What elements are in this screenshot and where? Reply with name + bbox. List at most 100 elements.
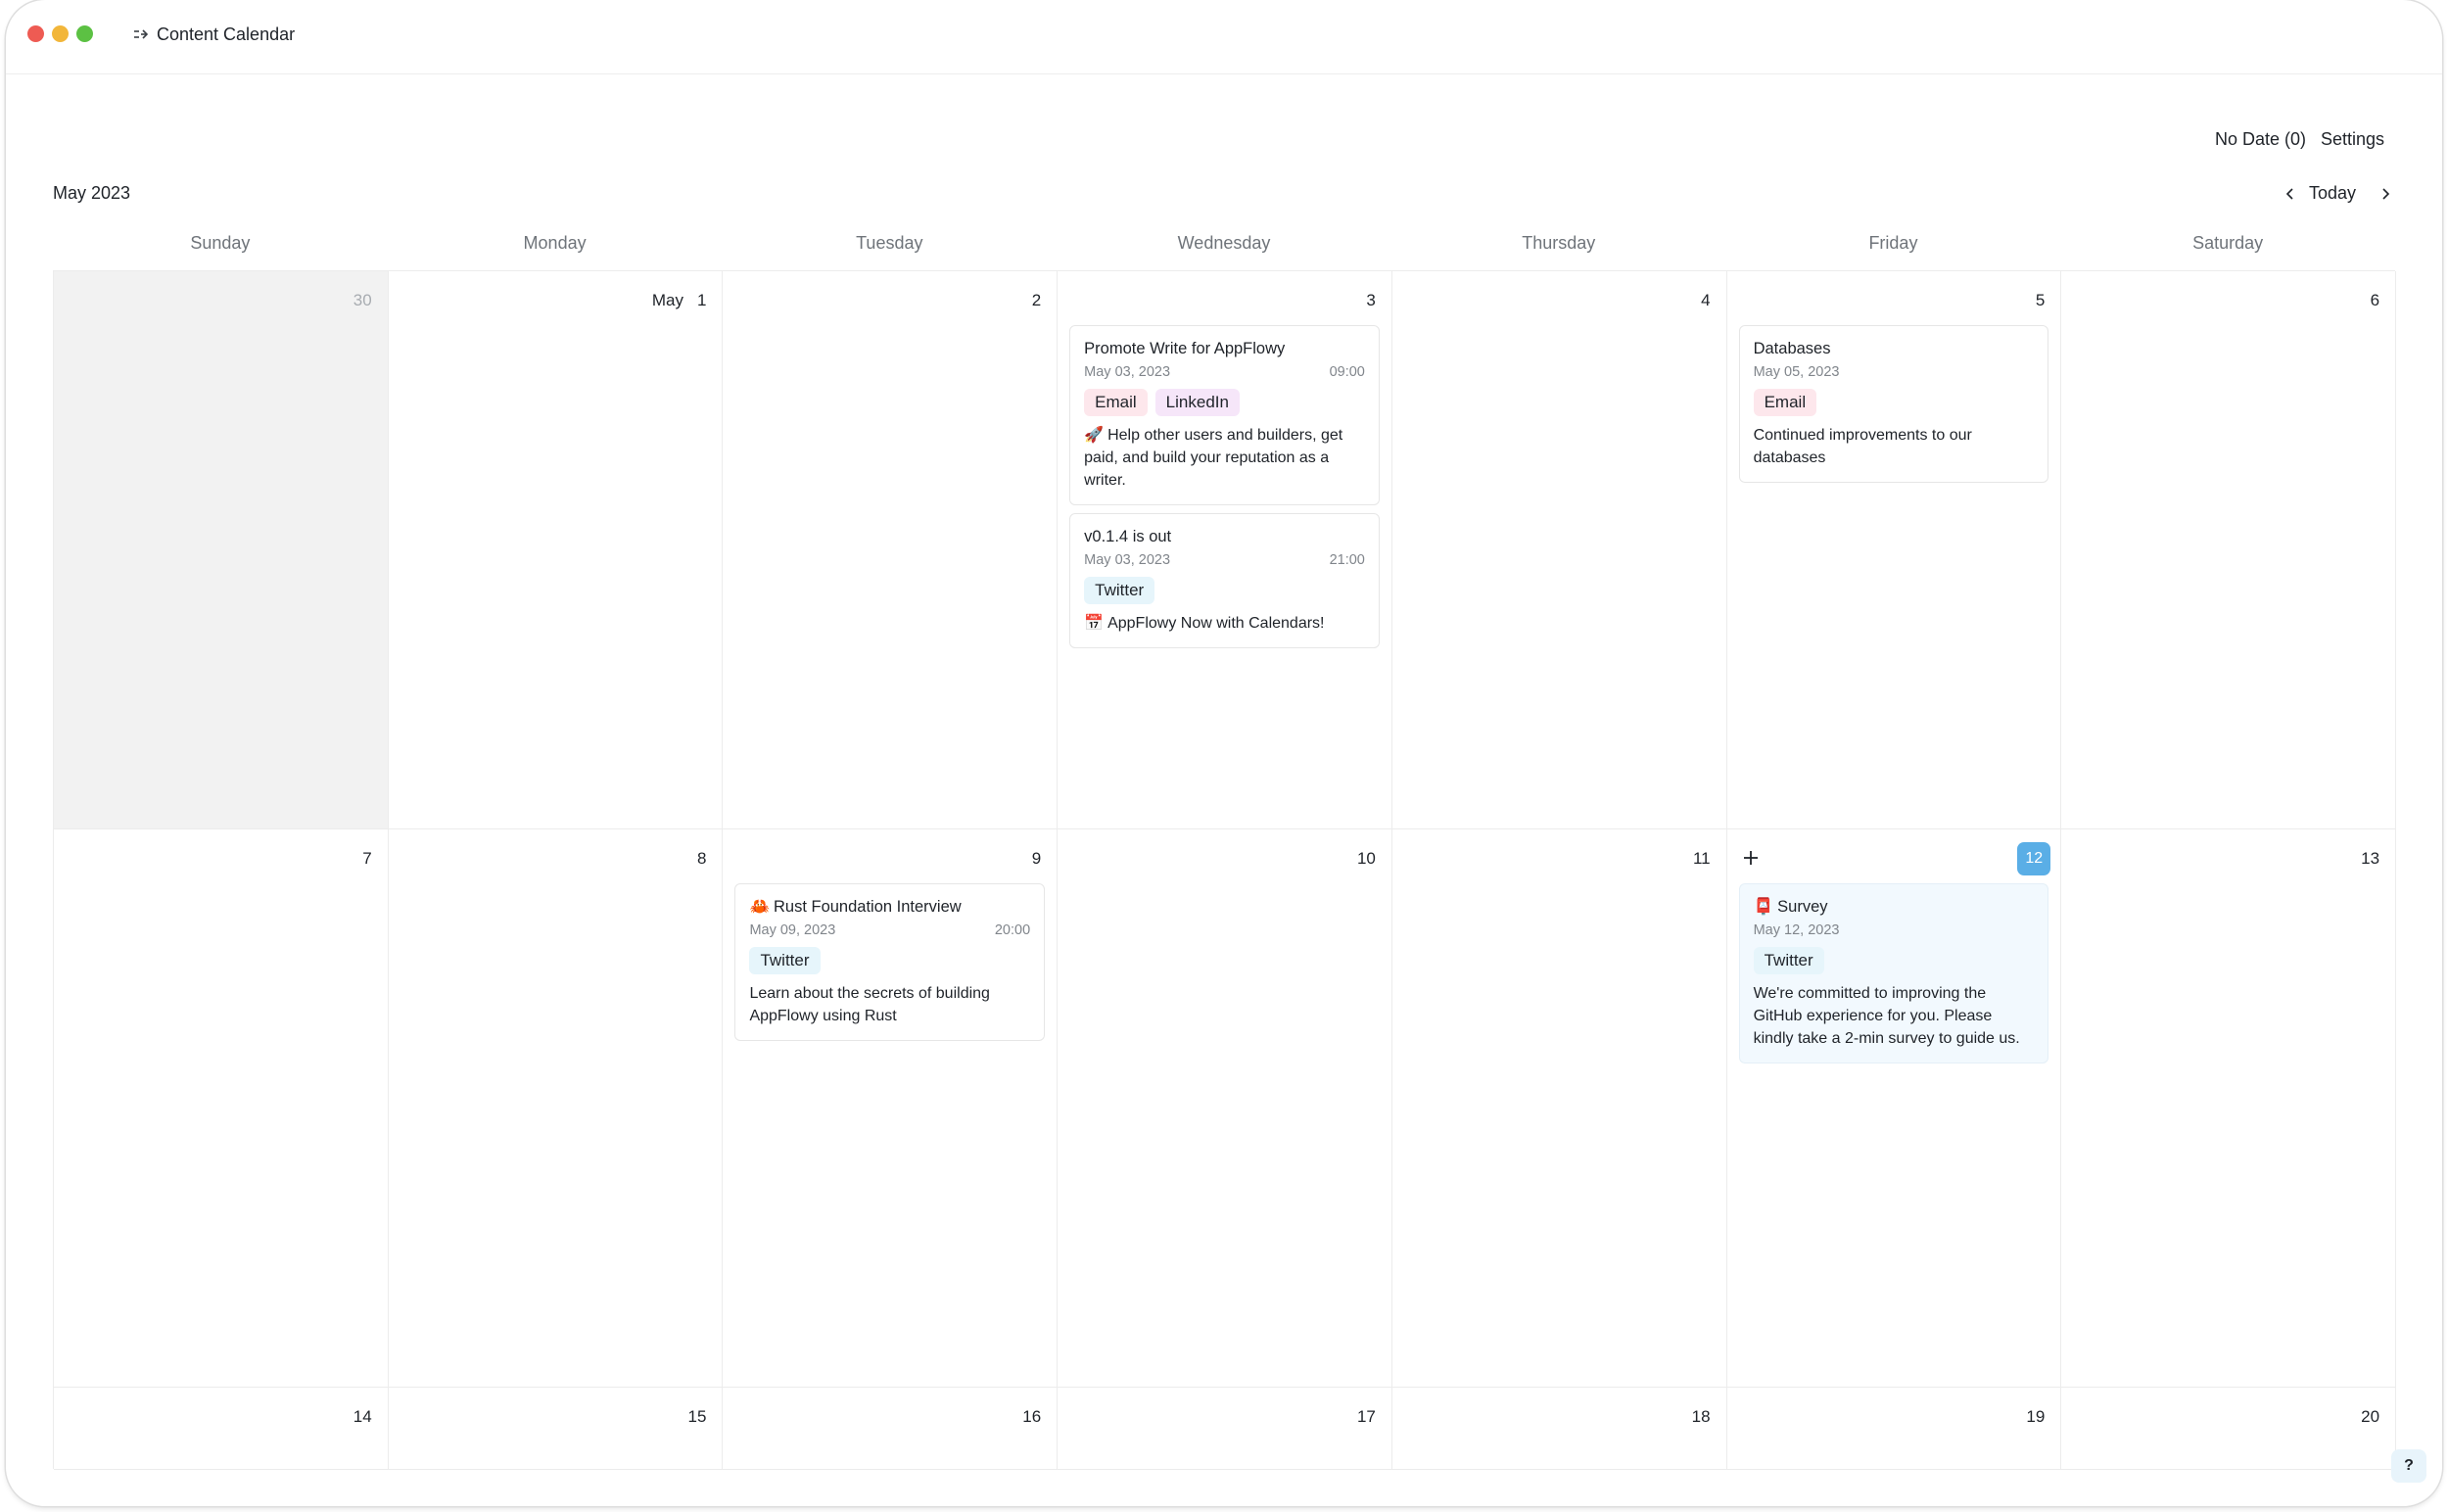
event-description: 🚀 Help other users and builders, get paid… (1084, 424, 1365, 492)
event-title: Promote Write for AppFlowy (1084, 340, 1286, 357)
event-card[interactable]: 📮 Survey May 12, 2023 Twitter We're commi… (1738, 883, 2049, 1063)
event-meta: May 03, 2023 21:00 (1084, 551, 1365, 569)
event-meta: May 09, 2023 20:00 (749, 921, 1030, 939)
event-tags: Email LinkedIn (1084, 389, 1365, 416)
day-cell-may-10[interactable]: 10 (1058, 829, 1392, 1388)
event-list: 🦀 Rust Foundation Interview May 09, 2023 … (734, 883, 1046, 1049)
close-window-button[interactable] (27, 25, 44, 42)
event-time: 09:00 (1329, 364, 1365, 380)
event-meta: May 12, 2023 (1754, 921, 2035, 939)
no-date-button[interactable]: No Date (0) (2215, 129, 2306, 150)
day-cell-may-9[interactable]: 9 🦀 Rust Foundation Interview May 09, 202… (723, 829, 1059, 1388)
event-date: May 05, 2023 (1753, 364, 1840, 380)
day-cell-may-8[interactable]: 8 (388, 829, 724, 1388)
calendar-grid: 30 May 1 2 3 Promote Write for AppFlowy M… (53, 270, 2397, 1470)
event-title: Databases (1753, 340, 1831, 357)
settings-button[interactable]: Settings (2321, 129, 2384, 150)
day-cell-may-2[interactable]: 2 (723, 271, 1059, 829)
weekday-label: Friday (1868, 233, 1918, 253)
day-number: 14 (353, 1407, 372, 1426)
event-description-text: AppFlowy Now with Calendars! (1107, 615, 1325, 632)
tag-twitter: Twitter (749, 947, 821, 974)
day-number: 13 (2361, 849, 2380, 868)
event-title-text: Rust Foundation Interview (773, 898, 962, 916)
day-cell-may-19[interactable]: 19 (1726, 1388, 2062, 1470)
day-cell-may-14[interactable]: 14 (54, 1388, 389, 1470)
event-card[interactable]: Promote Write for AppFlowy May 03, 2023 … (1069, 325, 1380, 505)
event-title: v0.1.4 is out (1084, 528, 1172, 545)
plus-icon[interactable] (1741, 848, 1761, 868)
day-number: 10 (1356, 849, 1376, 868)
day-number: 6 (2370, 291, 2380, 309)
event-description-text: Help other users and builders, get paid,… (1084, 427, 1343, 489)
sidebar-toggle-icon[interactable] (131, 24, 153, 45)
today-button[interactable]: Today (2309, 183, 2356, 204)
event-card[interactable]: 🦀 Rust Foundation Interview May 09, 2023 … (734, 883, 1046, 1041)
calendar-icon: 📅 (1084, 615, 1105, 632)
day-number: 7 (362, 849, 372, 868)
maximize-window-button[interactable] (76, 25, 93, 42)
day-cell-may-15[interactable]: 15 (388, 1388, 724, 1470)
postbox-icon: 📮 (1753, 898, 1774, 916)
app-window: Content Calendar No Date (0) Settings Ma… (6, 0, 2442, 1506)
day-cell-may-12[interactable]: 12 📮 Survey May 12, 2023 Twitter We're co… (1726, 829, 2062, 1388)
day-cell-may-3[interactable]: 3 Promote Write for AppFlowy May 03, 202… (1058, 271, 1392, 829)
weekday-label: Saturday (2192, 233, 2264, 253)
chevron-right-icon[interactable] (2375, 183, 2396, 205)
crab-icon: 🦀 (749, 898, 770, 916)
day-cell-may-11[interactable]: 11 (1391, 829, 1727, 1388)
day-cell-may-5[interactable]: 5 Databases May 05, 2023 Email Continued… (1726, 271, 2062, 829)
month-name: May (651, 291, 683, 309)
event-meta: May 03, 2023 09:00 (1084, 363, 1365, 381)
weekday-label: Tuesday (856, 233, 923, 253)
help-button[interactable]: ? (2391, 1449, 2426, 1483)
minimize-window-button[interactable] (52, 25, 69, 42)
day-cell-may-6[interactable]: 6 (2061, 271, 2397, 829)
event-description: 📅 AppFlowy Now with Calendars! (1084, 612, 1365, 635)
event-date: May 12, 2023 (1753, 922, 1840, 938)
chevron-left-icon[interactable] (2280, 183, 2301, 205)
day-cell-may-13[interactable]: 13 (2061, 829, 2397, 1388)
day-cell-may-7[interactable]: 7 (54, 829, 389, 1388)
event-description: We're committed to improving the GitHub … (1753, 985, 2020, 1047)
day-cell-may-17[interactable]: 17 (1058, 1388, 1392, 1470)
calendar-week: 7 8 9 🦀 Rust Foundation Interview May 09,… (54, 829, 2397, 1388)
weekday-label: Sunday (190, 233, 251, 253)
event-title-text: Survey (1777, 898, 1828, 916)
event-list: Databases May 05, 2023 Email Continued i… (1738, 325, 2049, 491)
day-number: 5 (2035, 291, 2046, 309)
day-cell-may-18[interactable]: 18 (1391, 1388, 1727, 1470)
day-cell-may-1[interactable]: May 1 (388, 271, 724, 829)
calendar-week: 30 May 1 2 3 Promote Write for AppFlowy M… (54, 271, 2397, 829)
day-cell-apr-30[interactable]: 30 (54, 271, 389, 829)
event-card[interactable]: Databases May 05, 2023 Email Continued i… (1738, 325, 2049, 483)
day-number: 16 (1022, 1407, 1042, 1426)
event-description: Learn about the secrets of building AppF… (749, 985, 990, 1024)
day-cell-may-20[interactable]: 20 (2061, 1388, 2397, 1470)
tag-twitter: Twitter (1084, 577, 1155, 604)
day-number: 4 (1701, 291, 1711, 309)
event-tags: Twitter (1084, 577, 1365, 604)
tag-email: Email (1084, 389, 1148, 416)
title-bar: Content Calendar (6, 0, 2442, 74)
day-number: 8 (696, 849, 707, 868)
day-number: 9 (1031, 849, 1042, 868)
event-list: 📮 Survey May 12, 2023 Twitter We're commi… (1738, 883, 2049, 1071)
event-card[interactable]: v0.1.4 is out May 03, 2023 21:00 Twitter… (1069, 513, 1380, 648)
day-cell-may-16[interactable]: 16 (723, 1388, 1059, 1470)
day-number: 30 (353, 291, 372, 309)
event-list: Promote Write for AppFlowy May 03, 2023 … (1069, 325, 1380, 656)
event-title: 🦀 Rust Foundation Interview (749, 896, 1030, 918)
event-tags: Email (1753, 389, 2035, 416)
weekday-label: Thursday (1522, 233, 1596, 253)
tag-linkedin: LinkedIn (1154, 389, 1240, 416)
day-number: May 1 (652, 291, 707, 310)
event-description: Continued improvements to our databases (1753, 427, 1972, 466)
today-badge: 12 (2017, 842, 2051, 875)
weekday-label: Monday (523, 233, 587, 253)
event-meta: May 05, 2023 (1754, 363, 2035, 381)
tag-email: Email (1753, 389, 1817, 416)
event-date: May 09, 2023 (749, 922, 836, 938)
day-cell-may-4[interactable]: 4 (1391, 271, 1727, 829)
weekday-header: Sunday Monday Tuesday Wednesday Thursday… (53, 233, 2395, 262)
